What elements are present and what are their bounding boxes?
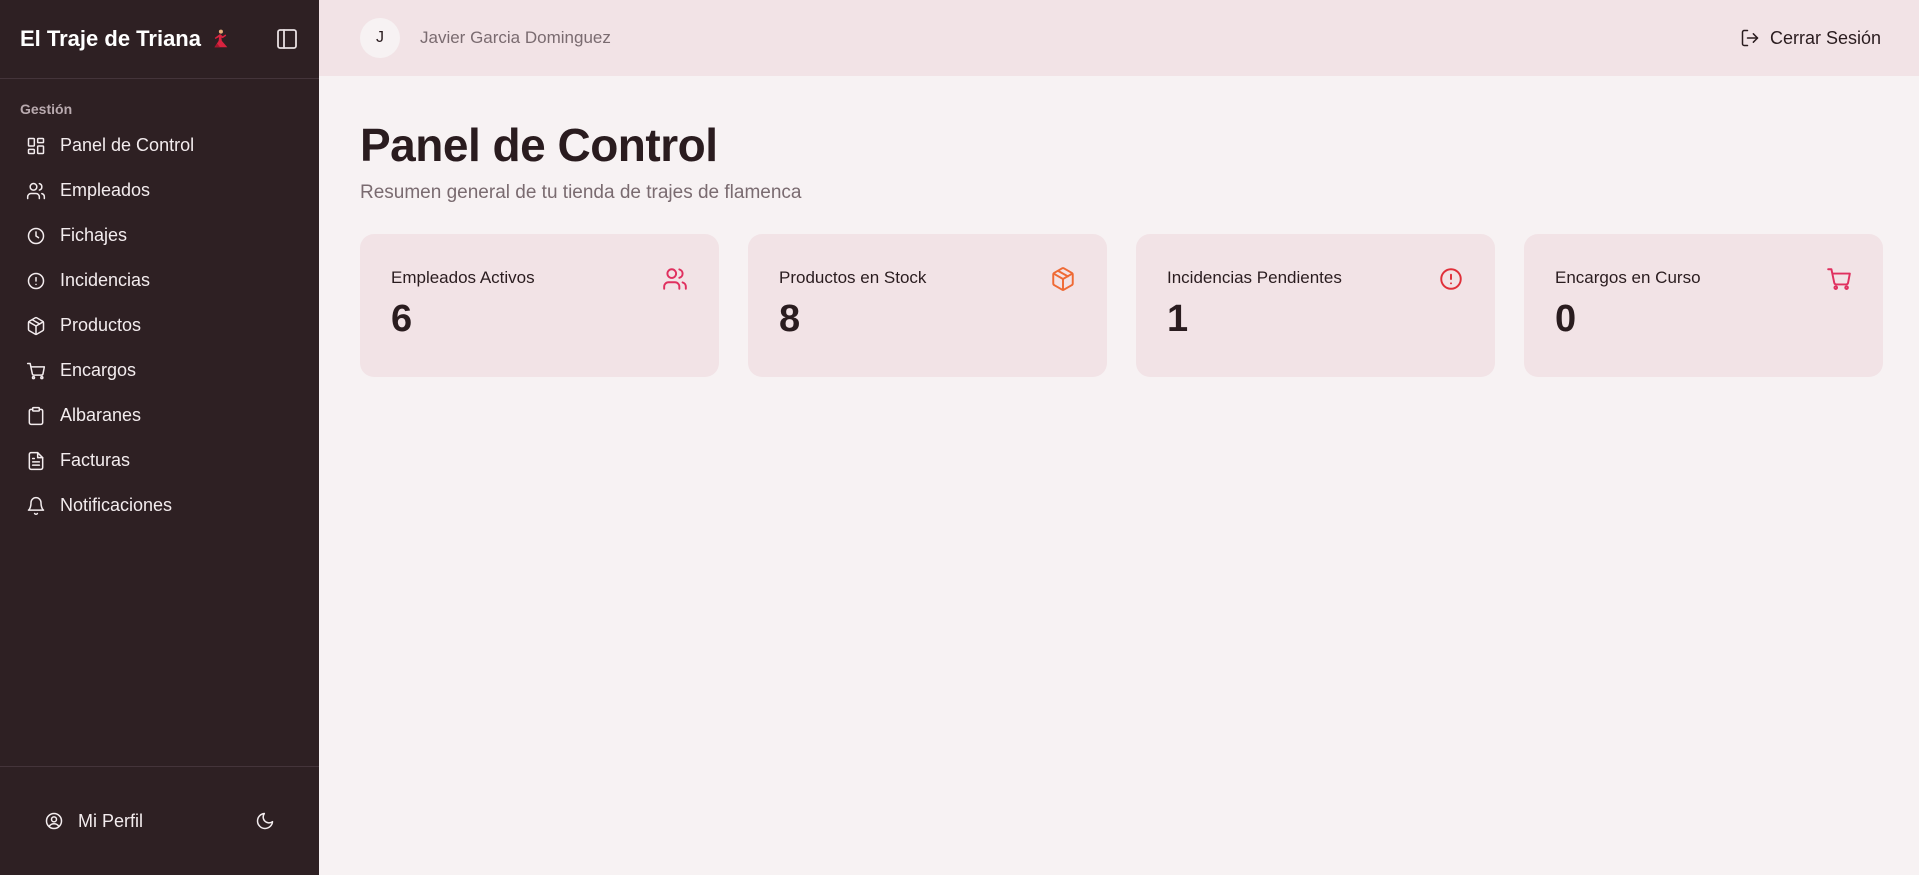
sidebar-item-label: Notificaciones (60, 495, 173, 515)
moon-icon[interactable] (255, 811, 275, 831)
sidebar-item-label: Incidencias (60, 270, 151, 290)
sidebar-nav: Panel de Control Empleados Fichajes Inci… (0, 123, 319, 528)
sidebar-item-label: Productos (60, 315, 142, 335)
dashboard-content: Panel de Control Resumen general de tu t… (319, 76, 1919, 377)
logout-label: Cerrar Sesión (1769, 27, 1881, 48)
page-title: Panel de Control (360, 119, 718, 171)
users-icon (26, 181, 46, 201)
alert-circle-icon (1438, 266, 1464, 292)
topbar: J Javier Garcia Dominguez Cerrar Sesión (319, 0, 1919, 76)
sidebar-toggle-icon[interactable] (275, 27, 299, 51)
clock-icon (26, 226, 46, 246)
brand-title: El Traje de Triana (20, 26, 201, 51)
sidebar-item-empleados[interactable]: Empleados (12, 168, 307, 213)
card-header: Productos en Stock (779, 266, 1076, 292)
stat-card-encargos-en-curso: Encargos en Curso 0 (1524, 234, 1883, 377)
sidebar-item-label: Albaranes (60, 405, 142, 425)
profile-link[interactable]: Mi Perfil (44, 811, 143, 832)
avatar[interactable]: J (360, 18, 400, 58)
logout-button[interactable]: Cerrar Sesión (1738, 22, 1883, 55)
users-icon (662, 266, 688, 292)
file-text-icon (26, 451, 46, 471)
card-value: 0 (1555, 298, 1577, 340)
brand[interactable]: El Traje de Triana (20, 26, 231, 52)
user-name: Javier Garcia Dominguez (420, 28, 611, 47)
card-label: Encargos en Curso (1555, 268, 1701, 287)
page-subtitle: Resumen general de tu tienda de trajes d… (360, 182, 802, 203)
card-header: Incidencias Pendientes (1167, 266, 1464, 292)
clipboard-icon (26, 406, 46, 426)
stat-card-productos-en-stock: Productos en Stock 8 (748, 234, 1107, 377)
card-value: 8 (779, 298, 801, 340)
sidebar-item-panel-de-control[interactable]: Panel de Control (12, 123, 307, 168)
card-header: Empleados Activos (391, 266, 688, 292)
package-icon (26, 316, 46, 336)
sidebar-item-label: Fichajes (60, 225, 128, 245)
sidebar-item-productos[interactable]: Productos (12, 303, 307, 348)
dashboard-icon (26, 136, 46, 156)
sidebar-item-label: Facturas (60, 450, 131, 470)
sidebar-item-encargos[interactable]: Encargos (12, 348, 307, 393)
cart-icon (1826, 266, 1852, 292)
sidebar-item-incidencias[interactable]: Incidencias (12, 258, 307, 303)
sidebar-item-notificaciones[interactable]: Notificaciones (12, 483, 307, 528)
main-area: J Javier Garcia Dominguez Cerrar Sesión … (319, 0, 1919, 875)
flamenco-dancer-icon (209, 28, 231, 50)
sidebar-item-fichajes[interactable]: Fichajes (12, 213, 307, 258)
card-value: 6 (391, 298, 413, 340)
sidebar-header: El Traje de Triana (0, 0, 319, 79)
card-label: Incidencias Pendientes (1167, 268, 1342, 287)
sidebar-item-facturas[interactable]: Facturas (12, 438, 307, 483)
app-root: El Traje de Triana Gestión Panel de Cont… (0, 0, 1919, 875)
profile-label: Mi Perfil (78, 810, 144, 831)
sidebar-item-label: Encargos (60, 360, 137, 380)
stat-card-incidencias-pendientes: Incidencias Pendientes 1 (1136, 234, 1495, 377)
card-value: 1 (1167, 298, 1189, 340)
sidebar-item-label: Empleados (60, 180, 151, 200)
sidebar-footer: Mi Perfil (0, 766, 319, 875)
card-header: Encargos en Curso (1555, 266, 1852, 292)
package-icon (1050, 266, 1076, 292)
sidebar-item-label: Panel de Control (60, 135, 195, 155)
nav-section-label: Gestión (20, 101, 73, 117)
user-circle-icon (44, 811, 64, 831)
sidebar: El Traje de Triana Gestión Panel de Cont… (0, 0, 319, 875)
card-label: Productos en Stock (779, 268, 927, 287)
stat-card-empleados-activos: Empleados Activos 6 (360, 234, 719, 377)
stats-cards: Empleados Activos 6 Productos en Stock 8… (360, 234, 1883, 377)
alert-circle-icon (26, 271, 46, 291)
card-label: Empleados Activos (391, 268, 535, 287)
sidebar-item-albaranes[interactable]: Albaranes (12, 393, 307, 438)
user-info: J Javier Garcia Dominguez (360, 18, 611, 58)
log-out-icon (1740, 28, 1760, 48)
cart-icon (26, 361, 46, 381)
bell-icon (26, 496, 46, 516)
